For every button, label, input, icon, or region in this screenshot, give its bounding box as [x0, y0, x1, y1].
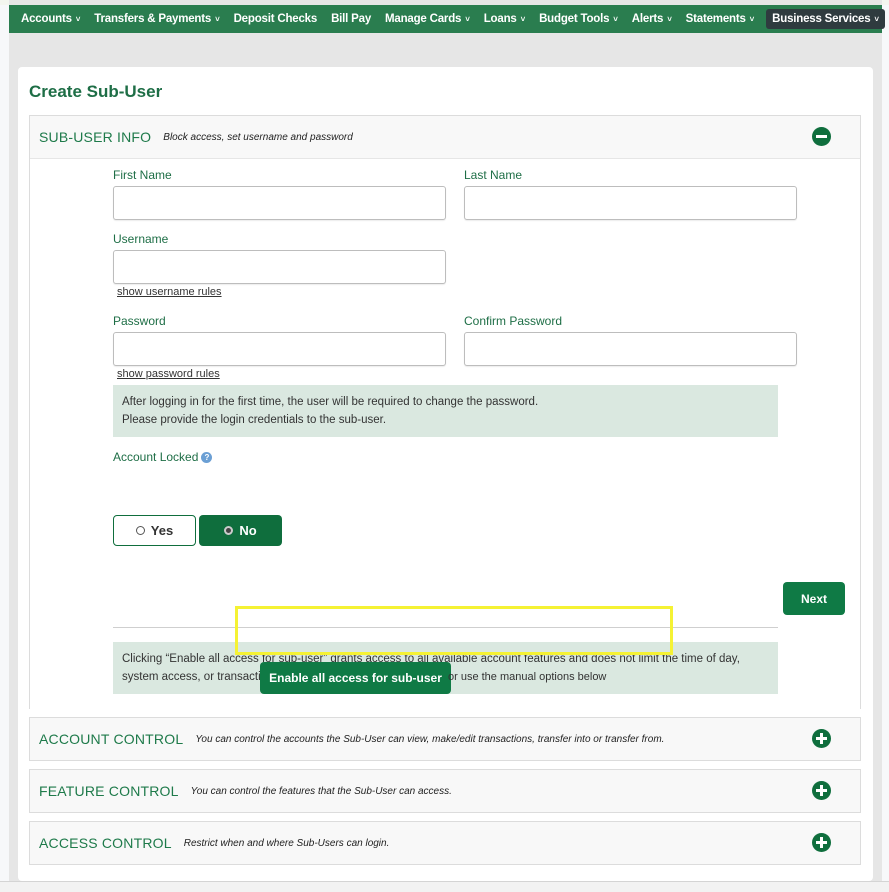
nav-transfers-payments[interactable]: Transfers & Payments ˅	[94, 13, 220, 25]
account-control-header[interactable]: ACCOUNT CONTROL You can control the acco…	[30, 718, 860, 760]
chevron-down-icon: ˅	[749, 14, 755, 24]
password-label: Password	[113, 314, 166, 328]
nav-label: Budget Tools	[539, 13, 610, 25]
next-button[interactable]: Next	[783, 582, 845, 615]
panel-title: FEATURE CONTROL	[39, 783, 179, 799]
nav-label: Manage Cards	[385, 13, 462, 25]
account-locked-yes[interactable]: Yes	[113, 515, 196, 546]
nav-budget-tools[interactable]: Budget Tools ˅	[539, 13, 618, 25]
chevron-down-icon: ˅	[874, 14, 879, 24]
confirm-password-label: Confirm Password	[464, 314, 563, 328]
chevron-down-icon: ˅	[520, 14, 526, 24]
chevron-down-icon: ˅	[667, 14, 672, 24]
nav-label: Deposit Checks	[233, 13, 318, 25]
plus-circle-icon[interactable]	[812, 729, 831, 748]
password-input[interactable]	[113, 332, 446, 366]
nav-alerts[interactable]: Alerts ˅	[632, 13, 672, 25]
enable-all-access-button[interactable]: Enable all access for sub-user	[260, 662, 451, 694]
account-control-panel: ACCOUNT CONTROL You can control the acco…	[29, 717, 861, 761]
plus-circle-icon[interactable]	[812, 781, 831, 800]
feature-control-header[interactable]: FEATURE CONTROL You can control the feat…	[30, 770, 860, 812]
help-icon[interactable]: ?	[201, 452, 213, 464]
nav-label: Alerts	[631, 13, 664, 25]
panel-subtitle: Restrict when and where Sub-Users can lo…	[183, 837, 390, 849]
nav-deposit-checks[interactable]: Deposit Checks	[233, 13, 318, 25]
manual-options-text: or use the manual options below	[448, 671, 607, 683]
no-label: No	[239, 523, 257, 538]
plus-circle-icon[interactable]	[812, 833, 831, 852]
nav-label: Business Services	[772, 13, 871, 25]
sub-user-info-header[interactable]: SUB-USER INFO Block access, set username…	[30, 116, 860, 158]
radio-icon	[135, 526, 145, 535]
last-name-label: Last Name	[464, 168, 523, 182]
last-name-input[interactable]	[464, 186, 797, 220]
nav-statements[interactable]: Statements ˅	[685, 13, 755, 25]
password-info-line: After logging in for the first time, the…	[122, 396, 539, 408]
panel-title: SUB-USER INFO	[39, 129, 152, 145]
nav-loans[interactable]: Loans ˅	[483, 13, 526, 25]
nav-label: Accounts	[21, 13, 72, 25]
panel-title: ACCESS CONTROL	[39, 835, 172, 851]
password-info-box: After logging in for the first time, the…	[113, 385, 778, 437]
create-sub-user-card: Create Sub-User SUB-USER INFO Block acce…	[18, 67, 873, 881]
bottom-bar	[0, 881, 889, 892]
panel-subtitle: You can control the features that the Su…	[190, 785, 452, 797]
panel-subtitle: You can control the accounts the Sub-Use…	[195, 733, 665, 745]
first-name-input[interactable]	[113, 186, 446, 220]
nav-manage-cards[interactable]: Manage Cards ˅	[385, 13, 470, 25]
chevron-down-icon: ˅	[465, 14, 470, 24]
show-username-rules-link[interactable]: show username rules	[117, 286, 222, 298]
chevron-down-icon: ˅	[215, 14, 220, 24]
access-control-panel: ACCESS CONTROL Restrict when and where S…	[29, 821, 861, 865]
yes-label: Yes	[150, 523, 174, 538]
nav-label: Bill Pay	[331, 13, 372, 25]
main-nav: Accounts ˅ Transfers & Payments ˅ Deposit …	[9, 5, 885, 33]
feature-control-panel: FEATURE CONTROL You can control the feat…	[29, 769, 861, 813]
account-locked-label: Account Locked?	[113, 450, 213, 464]
account-locked-text: Account Locked	[113, 450, 199, 464]
panel-title: ACCOUNT CONTROL	[39, 731, 184, 747]
nav-accounts[interactable]: Accounts ˅	[21, 13, 81, 25]
radio-selected-icon	[224, 526, 234, 535]
chevron-down-icon: ˅	[75, 14, 81, 24]
page-title: Create Sub-User	[29, 82, 163, 101]
access-control-header[interactable]: ACCESS CONTROL Restrict when and where S…	[30, 822, 860, 864]
nav-business-services[interactable]: Business Services ˅	[766, 9, 885, 29]
enable-access-highlight	[235, 606, 673, 655]
nav-label: Transfers & Payments	[94, 13, 212, 25]
nav-label: Statements	[685, 13, 746, 25]
nav-label: Loans	[483, 13, 517, 25]
confirm-password-input[interactable]	[464, 332, 797, 366]
username-label: Username	[113, 232, 169, 246]
nav-bill-pay[interactable]: Bill Pay	[331, 13, 371, 25]
minus-circle-icon[interactable]	[812, 127, 831, 146]
username-input[interactable]	[113, 250, 446, 284]
password-info-line: Please provide the login credentials to …	[122, 414, 387, 426]
chevron-down-icon: ˅	[613, 14, 618, 24]
show-password-rules-link[interactable]: show password rules	[117, 368, 220, 380]
panel-subtitle: Block access, set username and password	[163, 131, 353, 143]
first-name-label: First Name	[113, 168, 172, 182]
account-locked-no[interactable]: No	[199, 515, 282, 546]
